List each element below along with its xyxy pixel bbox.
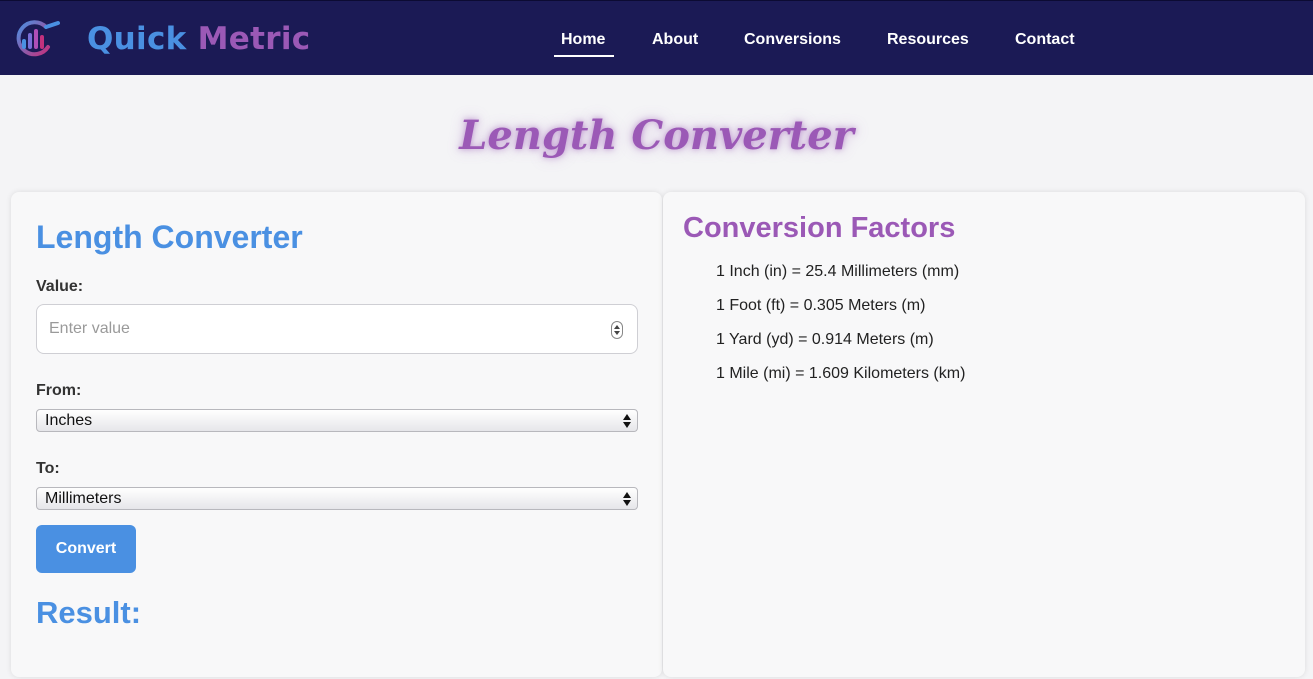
to-label: To: xyxy=(36,460,60,477)
list-item: 1 Yard (yd) = 0.914 Meters (m) xyxy=(716,331,934,348)
to-select-value: Millimeters xyxy=(45,490,122,507)
select-arrows-icon xyxy=(623,491,631,507)
list-item: 1 Mile (mi) = 1.609 Kilometers (km) xyxy=(716,365,966,382)
nav-active-indicator xyxy=(554,55,614,57)
result-heading: Result: xyxy=(36,595,142,630)
converter-card: Length Converter Value: From: Inches To:… xyxy=(11,192,662,677)
page-title: Length Converter xyxy=(459,112,854,159)
brand-name-part2: Metric xyxy=(197,21,311,57)
conversion-factors-card: Conversion Factors 1 Inch (in) = 25.4 Mi… xyxy=(663,192,1305,677)
value-input[interactable] xyxy=(49,305,609,353)
nav-item-conversions[interactable]: Conversions xyxy=(744,29,841,51)
value-input-wrapper xyxy=(36,304,638,354)
from-select-value: Inches xyxy=(45,412,93,429)
nav-item-about[interactable]: About xyxy=(652,29,698,51)
to-select[interactable]: Millimeters xyxy=(36,487,638,510)
nav-item-contact[interactable]: Contact xyxy=(1015,29,1075,51)
from-select[interactable]: Inches xyxy=(36,409,638,432)
converter-title: Length Converter xyxy=(36,219,303,255)
navbar: Quick Metric Home About Conversions Reso… xyxy=(0,0,1313,75)
number-stepper-icon[interactable] xyxy=(611,321,623,339)
conversion-factors-title: Conversion Factors xyxy=(683,212,956,244)
select-arrows-icon xyxy=(623,413,631,429)
brand-name-part1: Quick xyxy=(87,21,187,57)
value-label: Value: xyxy=(36,278,84,295)
brand-name[interactable]: Quick Metric xyxy=(87,19,310,59)
nav-item-resources[interactable]: Resources xyxy=(887,29,969,51)
stepper-down-icon[interactable] xyxy=(614,331,620,335)
convert-button[interactable]: Convert xyxy=(36,525,136,573)
nav-item-home[interactable]: Home xyxy=(561,29,605,51)
bar-chart-ring-icon[interactable] xyxy=(12,19,60,57)
list-item: 1 Foot (ft) = 0.305 Meters (m) xyxy=(716,297,926,314)
stepper-up-icon[interactable] xyxy=(614,325,620,329)
list-item: 1 Inch (in) = 25.4 Millimeters (mm) xyxy=(716,263,960,280)
from-label: From: xyxy=(36,382,82,399)
